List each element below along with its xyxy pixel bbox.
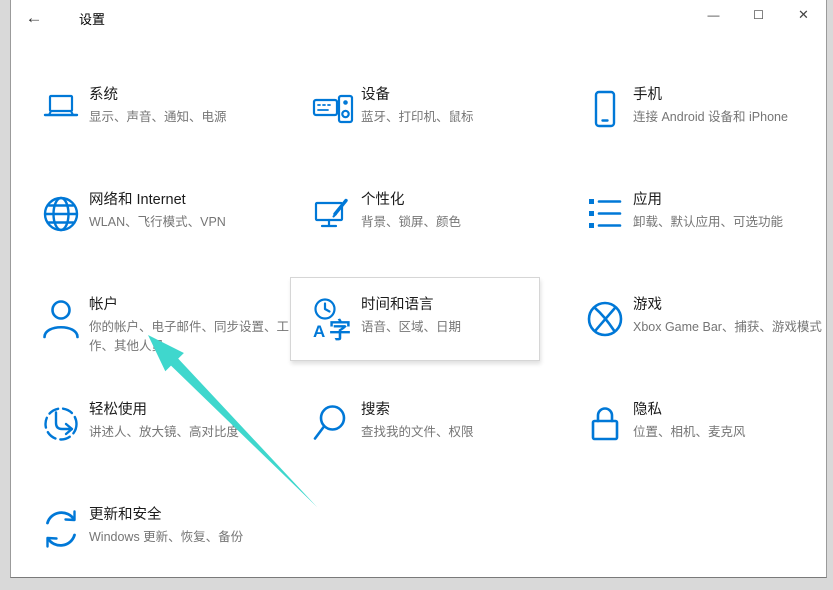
- minimize-button[interactable]: —: [691, 0, 736, 30]
- app-list-icon: [583, 192, 627, 236]
- tile-title: 时间和语言: [361, 295, 539, 315]
- tile-update-security[interactable]: 更新和安全 Windows 更新、恢复、备份: [25, 493, 297, 590]
- tile-subtitle: 查找我的文件、权限: [361, 423, 569, 442]
- tile-privacy[interactable]: 隐私 位置、相机、麦克风: [569, 388, 833, 493]
- close-button[interactable]: ✕: [781, 0, 826, 30]
- titlebar: ← 设置 — ☐ ✕: [11, 0, 826, 36]
- brush-monitor-icon: [311, 192, 355, 236]
- tile-title: 搜索: [361, 400, 569, 420]
- tile-devices[interactable]: 设备 蓝牙、打印机、鼠标: [297, 73, 569, 178]
- tile-subtitle: Xbox Game Bar、捕获、游戏模式: [633, 318, 833, 337]
- tile-subtitle: WLAN、飞行模式、VPN: [89, 213, 297, 232]
- window-title: 设置: [79, 9, 105, 28]
- tile-system[interactable]: 系统 显示、声音、通知、电源: [25, 73, 297, 178]
- settings-window: ← 设置 — ☐ ✕ 系统 显示、声音、通知、电源 设备 蓝牙、打印机、鼠标: [10, 0, 827, 578]
- svg-text:A: A: [313, 322, 325, 341]
- tile-title: 游戏: [633, 295, 833, 315]
- tile-ease-of-access[interactable]: 轻松使用 讲述人、放大镜、高对比度: [25, 388, 297, 493]
- tile-subtitle: 你的帐户、电子邮件、同步设置、工作、其他人员: [89, 318, 297, 356]
- tile-subtitle: 显示、声音、通知、电源: [89, 108, 297, 127]
- globe-icon: [39, 192, 83, 236]
- tile-gaming[interactable]: 游戏 Xbox Game Bar、捕获、游戏模式: [569, 283, 833, 388]
- window-controls: — ☐ ✕: [691, 0, 826, 30]
- tile-title: 设备: [361, 85, 569, 105]
- tile-title: 应用: [633, 190, 833, 210]
- sync-icon: [39, 507, 83, 551]
- tile-time-language[interactable]: A 字 时间和语言 语音、区域、日期: [290, 277, 540, 361]
- tile-search[interactable]: 搜索 查找我的文件、权限: [297, 388, 569, 493]
- tile-subtitle: 讲述人、放大镜、高对比度: [89, 423, 297, 442]
- tile-subtitle: 位置、相机、麦克风: [633, 423, 833, 442]
- tile-title: 手机: [633, 85, 833, 105]
- tile-accounts[interactable]: 帐户 你的帐户、电子邮件、同步设置、工作、其他人员: [25, 283, 297, 388]
- person-icon: [39, 297, 83, 341]
- devices-icon: [311, 87, 355, 131]
- tile-subtitle: 蓝牙、打印机、鼠标: [361, 108, 569, 127]
- tile-subtitle: 背景、锁屏、颜色: [361, 213, 569, 232]
- tile-personalization[interactable]: 个性化 背景、锁屏、颜色: [297, 178, 569, 283]
- tile-apps[interactable]: 应用 卸载、默认应用、可选功能: [569, 178, 833, 283]
- tile-network[interactable]: 网络和 Internet WLAN、飞行模式、VPN: [25, 178, 297, 283]
- magnifier-icon: [311, 402, 355, 446]
- settings-grid: 系统 显示、声音、通知、电源 设备 蓝牙、打印机、鼠标 手机 连接 Androi…: [25, 73, 833, 590]
- clock-language-icon: A 字: [311, 297, 355, 341]
- back-button[interactable]: ←: [11, 3, 57, 33]
- lock-icon: [583, 402, 627, 446]
- tile-subtitle: 语音、区域、日期: [361, 318, 539, 337]
- tile-title: 系统: [89, 85, 297, 105]
- tile-title: 隐私: [633, 400, 833, 420]
- tile-subtitle: 连接 Android 设备和 iPhone: [633, 108, 833, 127]
- maximize-button[interactable]: ☐: [736, 0, 781, 30]
- tile-phone[interactable]: 手机 连接 Android 设备和 iPhone: [569, 73, 833, 178]
- tile-title: 网络和 Internet: [89, 190, 297, 210]
- xbox-icon: [583, 297, 627, 341]
- tile-title: 帐户: [89, 295, 297, 315]
- ease-of-access-icon: [39, 402, 83, 446]
- laptop-icon: [39, 87, 83, 131]
- tile-title: 更新和安全: [89, 505, 297, 525]
- tile-subtitle: Windows 更新、恢复、备份: [89, 528, 297, 547]
- tile-title: 个性化: [361, 190, 569, 210]
- svg-text:字: 字: [329, 318, 351, 341]
- tile-title: 轻松使用: [89, 400, 297, 420]
- phone-icon: [583, 87, 627, 131]
- tile-subtitle: 卸载、默认应用、可选功能: [633, 213, 833, 232]
